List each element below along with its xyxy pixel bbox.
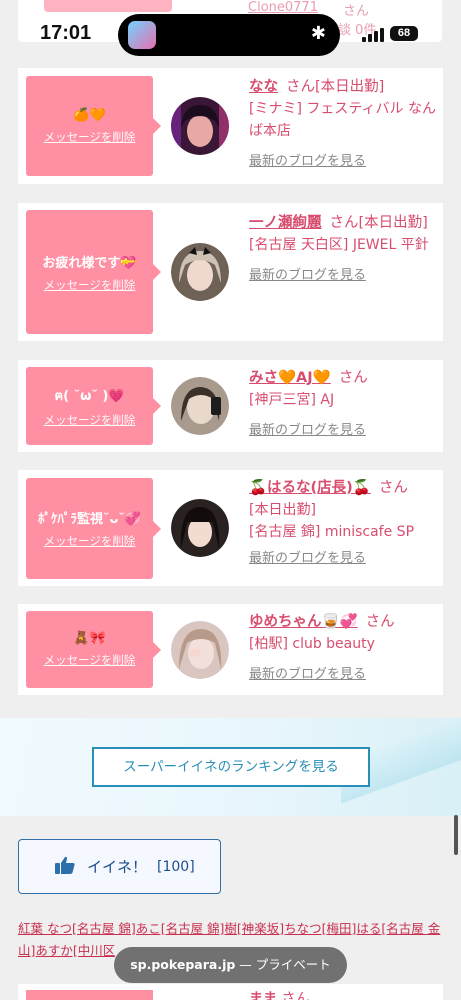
- message-text: ﾎﾟｹﾊﾟﾗ監視˘ᴗ˘💞: [37, 512, 142, 527]
- url-host: sp.pokepara.jp: [130, 957, 236, 972]
- attendance-tag: [本日出勤]: [358, 215, 428, 231]
- attendance-tag: [本日出勤]: [315, 79, 385, 95]
- avatar[interactable]: [171, 243, 229, 301]
- cast-name-link[interactable]: 一ノ瀬絢麗: [249, 215, 322, 231]
- san-label: さん: [378, 480, 408, 496]
- message-text: 🧸🎀: [73, 631, 106, 646]
- card-info: 一ノ瀬絢麗 さん[本日出勤] [名古屋 天白区] JEWEL 平針 最新のブログを…: [249, 212, 439, 283]
- message-text: お疲れ様です💝: [42, 255, 137, 271]
- delete-message-link[interactable]: メッセージを削除: [44, 533, 136, 549]
- san-label: さん: [338, 370, 368, 386]
- avatar[interactable]: [171, 97, 229, 155]
- shop-name: [名古屋 天白区] JEWEL 平針: [249, 237, 429, 253]
- name-line: みさ🧡AJ🧡 さん: [249, 367, 439, 389]
- message-card: まま さん: [18, 984, 443, 1000]
- message-card: ﾎﾟｹﾊﾟﾗ監視˘ᴗ˘💞 メッセージを削除 🍒はるな(店長)🍒 さん [本日出勤]…: [18, 470, 443, 586]
- avatar[interactable]: [171, 377, 229, 435]
- app-icon: [128, 21, 156, 49]
- signal-icon: [362, 28, 384, 42]
- card-info: 🍒はるな(店長)🍒 さん [本日出勤] [名古屋 錦] miniscafe SP …: [249, 477, 439, 566]
- like-button[interactable]: イイネ！ [100]: [18, 839, 221, 894]
- message-bubble: ฅ( ˘ω˘ )💗 メッセージを削除: [26, 367, 161, 445]
- message-bubble: 🍊🧡 メッセージを削除: [26, 76, 161, 176]
- next-card-name: まま さん: [249, 988, 309, 1000]
- cast-name-link[interactable]: まま: [249, 991, 277, 1000]
- url-bar[interactable]: sp.pokepara.jp — プライベート: [114, 947, 347, 983]
- shop-name: [名古屋 錦] miniscafe SP: [249, 524, 415, 540]
- attendance-tag: [本日出勤]: [249, 502, 316, 518]
- dynamic-island[interactable]: ✱: [118, 14, 340, 56]
- battery-icon: 68: [390, 26, 418, 41]
- like-label: イイネ！: [87, 858, 148, 876]
- san-label: さん: [329, 215, 359, 231]
- san-label: さん: [365, 614, 395, 630]
- latest-blog-link[interactable]: 最新のブログを見る: [249, 547, 366, 566]
- card-info: なな さん[本日出勤] [ミナミ] フェスティバル なんば本店 最新のブログを見る: [249, 76, 439, 169]
- shop-name: [ミナミ] フェスティバル なんば本店: [249, 101, 436, 139]
- message-card: ฅ( ˘ω˘ )💗 メッセージを削除 みさ🧡AJ🧡 さん [神戸三宮] AJ 最新…: [18, 360, 443, 452]
- message-card: 🍊🧡 メッセージを削除 なな さん[本日出勤] [ミナミ] フェスティバル なんば…: [18, 68, 443, 184]
- latest-blog-link[interactable]: 最新のブログを見る: [249, 419, 366, 438]
- status-bar: 17:01 ✱ 68: [0, 0, 461, 64]
- name-line: ゆめちゃん🥃💞 さん: [249, 611, 439, 633]
- avatar[interactable]: [171, 499, 229, 557]
- bluetooth-icon: ✱: [310, 23, 326, 44]
- like-count: [100]: [157, 858, 195, 875]
- clock: 17:01: [40, 22, 92, 44]
- delete-message-link[interactable]: メッセージを削除: [44, 652, 136, 668]
- message-text: ฅ( ˘ω˘ )💗: [54, 388, 125, 404]
- delete-message-link[interactable]: メッセージを削除: [44, 129, 136, 145]
- ranking-banner: スーパーイイネのランキングを見る: [0, 718, 461, 816]
- message-card: お疲れ様です💝 メッセージを削除 一ノ瀬絢麗 さん[本日出勤] [名古屋 天白区]…: [18, 203, 443, 341]
- private-label: — プライベート: [235, 957, 331, 972]
- name-line: なな さん[本日出勤]: [249, 76, 439, 98]
- latest-blog-link[interactable]: 最新のブログを見る: [249, 150, 366, 169]
- cast-name-link[interactable]: なな: [249, 79, 278, 95]
- thumbs-up-icon: [55, 856, 75, 878]
- name-line: 一ノ瀬絢麗 さん[本日出勤]: [249, 212, 439, 234]
- message-bubble: ﾎﾟｹﾊﾟﾗ監視˘ᴗ˘💞 メッセージを削除: [26, 478, 161, 579]
- san-label: さん: [286, 79, 315, 95]
- latest-blog-link[interactable]: 最新のブログを見る: [249, 264, 366, 283]
- latest-blog-link[interactable]: 最新のブログを見る: [249, 663, 366, 682]
- message-bubble: [26, 990, 153, 1000]
- super-like-ranking-button[interactable]: スーパーイイネのランキングを見る: [92, 747, 370, 787]
- card-info: みさ🧡AJ🧡 さん [神戸三宮] AJ 最新のブログを見る: [249, 367, 439, 438]
- shop-name: [柏駅] club beauty: [249, 636, 375, 652]
- cast-name-link[interactable]: 🍒はるな(店長)🍒: [249, 480, 371, 496]
- scrollbar[interactable]: [454, 815, 458, 855]
- message-bubble: 🧸🎀 メッセージを削除: [26, 611, 161, 688]
- cast-name-link[interactable]: みさ🧡AJ🧡: [249, 370, 331, 386]
- card-info: ゆめちゃん🥃💞 さん [柏駅] club beauty 最新のブログを見る: [249, 611, 439, 682]
- shop-name: [神戸三宮] AJ: [249, 392, 335, 408]
- name-line: 🍒はるな(店長)🍒 さん: [249, 477, 439, 499]
- message-bubble: お疲れ様です💝 メッセージを削除: [26, 210, 161, 334]
- message-text: 🍊🧡: [73, 107, 106, 123]
- delete-message-link[interactable]: メッセージを削除: [44, 412, 136, 428]
- delete-message-link[interactable]: メッセージを削除: [44, 277, 136, 293]
- avatar[interactable]: [171, 621, 229, 679]
- cast-name-link[interactable]: ゆめちゃん🥃💞: [249, 614, 358, 630]
- message-card: 🧸🎀 メッセージを削除 ゆめちゃん🥃💞 さん [柏駅] club beauty 最…: [18, 604, 443, 695]
- san-label: さん: [281, 991, 310, 1000]
